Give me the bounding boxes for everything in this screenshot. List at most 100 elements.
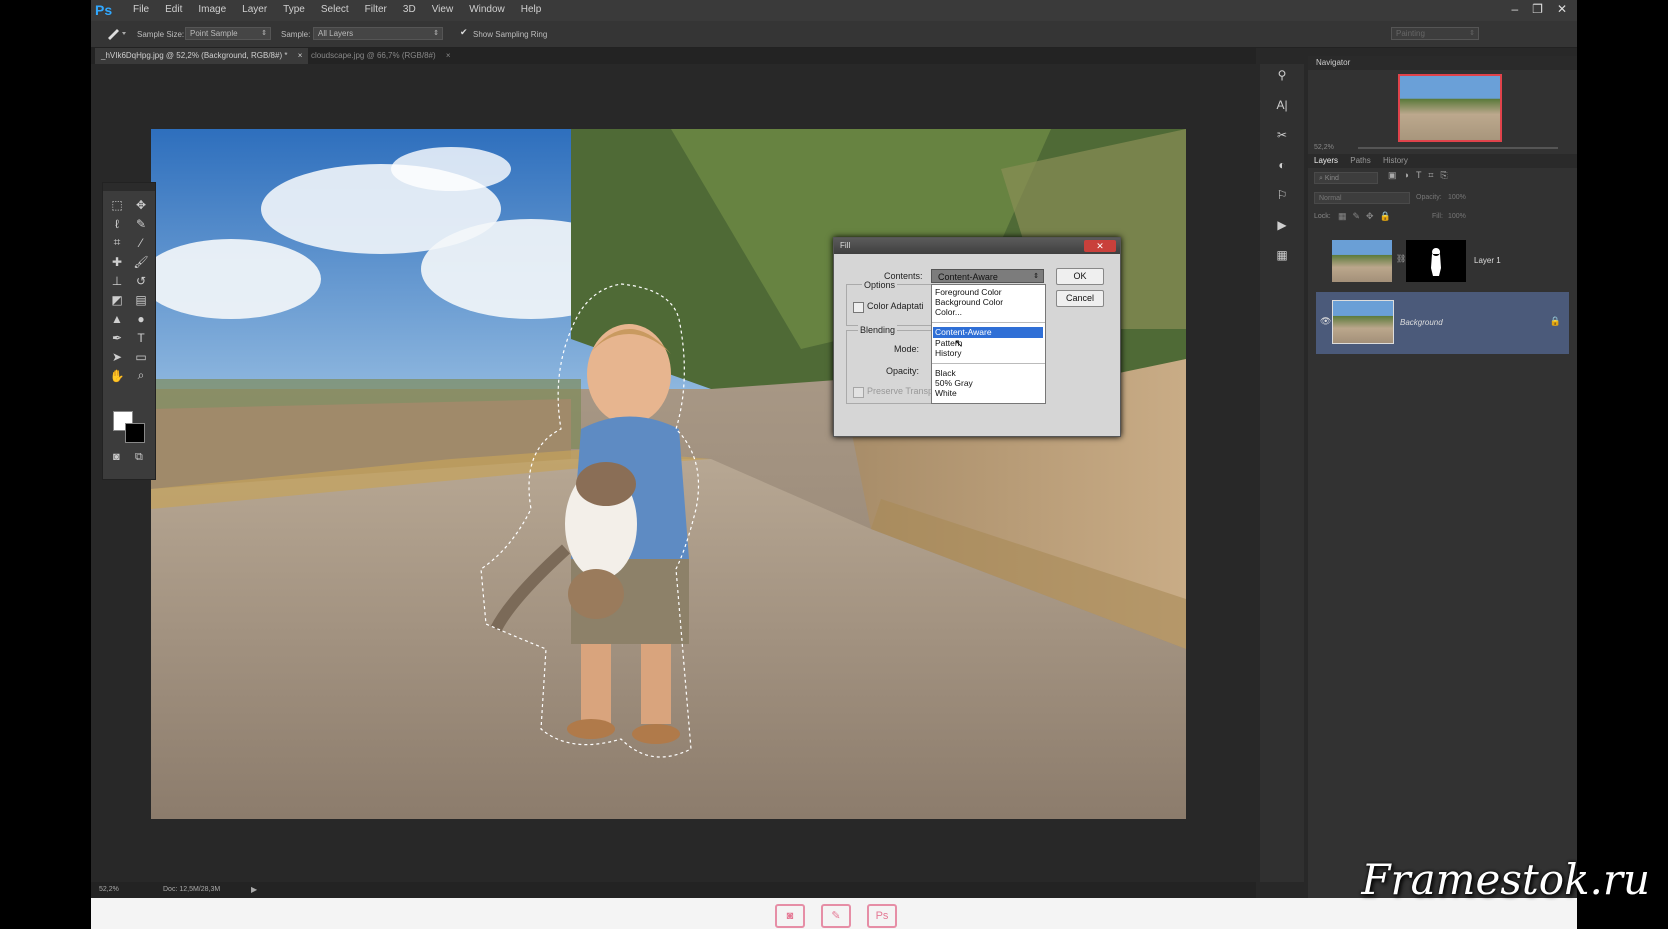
lock-icons[interactable]: ▦✎✥🔒 xyxy=(1338,211,1397,222)
video-footer: ◙ ✎ Ps xyxy=(91,898,1577,929)
zoom-tool-icon[interactable]: ⌕ xyxy=(130,366,152,385)
dodge-tool-icon[interactable]: ● xyxy=(130,309,152,328)
menu-edit[interactable]: Edit xyxy=(157,4,190,15)
color-adaptation-checkbox[interactable] xyxy=(853,302,864,313)
blur-tool-icon[interactable]: ▲ xyxy=(106,309,128,328)
sample-select[interactable]: All Layers ⇕ xyxy=(313,27,443,40)
select-arrow-icon: ⇕ xyxy=(261,30,267,37)
tab-cloudscape[interactable]: cloudscape.jpg @ 66,7% (RGB/8#) × xyxy=(305,48,457,64)
tab-label: cloudscape.jpg @ 66,7% (RGB/8#) xyxy=(311,51,436,60)
layer-thumbnail xyxy=(1332,240,1392,282)
document-canvas[interactable] xyxy=(151,129,1186,819)
close-button[interactable]: ✕ xyxy=(1557,2,1567,16)
quick-mask-icon[interactable]: ◙ xyxy=(113,451,120,463)
swatches-grid-icon[interactable]: ▦ xyxy=(1272,248,1292,268)
navigator-header[interactable]: Navigator xyxy=(1308,56,1577,70)
preserve-transparency-checkbox[interactable] xyxy=(853,387,864,398)
visibility-eye-icon[interactable]: 👁 xyxy=(1320,316,1331,327)
navigator-thumbnail[interactable] xyxy=(1398,74,1502,142)
brush-tool-icon[interactable]: 🖌 xyxy=(130,252,152,271)
layer-name[interactable]: Background xyxy=(1400,318,1443,327)
lock-icon[interactable]: 🔒 xyxy=(1550,316,1561,327)
lasso-tool-icon[interactable]: ℓ xyxy=(106,214,128,233)
sample-size-select[interactable]: Point Sample ⇕ xyxy=(185,27,271,40)
ok-button[interactable]: OK xyxy=(1056,268,1104,285)
color-adaptation-label: Color Adaptati xyxy=(867,301,924,311)
move-tool-icon[interactable]: ✥ xyxy=(130,195,152,214)
eyedropper-tool-icon[interactable]: ⁄ xyxy=(130,233,152,252)
menu-filter[interactable]: Filter xyxy=(357,4,395,15)
sample-label: Sample: xyxy=(281,30,311,39)
menu-image[interactable]: Image xyxy=(190,4,234,15)
eraser-tool-icon[interactable]: ◩ xyxy=(106,290,128,309)
actions-play-icon[interactable]: ▶ xyxy=(1272,218,1292,238)
navigator-title: Navigator xyxy=(1316,58,1351,67)
background-color-swatch[interactable] xyxy=(125,423,145,443)
layer-filter-icons[interactable]: ▣◑T⌗⎘ xyxy=(1388,170,1455,181)
menu-bar: Ps File Edit Image Layer Type Select Fil… xyxy=(91,0,1577,21)
workspace-select[interactable]: Painting ⇕ xyxy=(1391,27,1479,40)
tools-panel-icon[interactable]: ✂ xyxy=(1272,128,1292,148)
fill-value[interactable]: 100% xyxy=(1448,213,1466,220)
options-label: Options xyxy=(862,280,898,290)
eyedropper-tool-icon[interactable] xyxy=(105,26,129,40)
tab-layers[interactable]: Layers xyxy=(1314,156,1338,165)
layer-mask-thumbnail[interactable] xyxy=(1406,240,1466,282)
navigator-zoom[interactable]: 52,2% xyxy=(1314,144,1334,151)
screen-mode-icon[interactable]: ⧉ xyxy=(135,451,143,464)
close-tab-icon[interactable]: × xyxy=(446,51,451,60)
healing-brush-icon[interactable]: ✚ xyxy=(106,252,128,271)
minimize-button[interactable]: – xyxy=(1511,2,1518,16)
type-tool-icon[interactable]: T xyxy=(130,328,152,347)
menu-help[interactable]: Help xyxy=(513,4,550,15)
menu-select[interactable]: Select xyxy=(313,4,357,15)
restore-button[interactable]: ❐ xyxy=(1532,2,1543,16)
cancel-button[interactable]: Cancel xyxy=(1056,290,1104,307)
blend-mode-select[interactable]: Normal xyxy=(1314,192,1410,204)
layer-row-layer1[interactable]: ⛓ Layer 1 xyxy=(1316,234,1569,294)
opacity-value[interactable]: 100% xyxy=(1448,194,1466,201)
right-panels: Navigator 52,2% Layers Paths History ⌕ K… xyxy=(1308,56,1577,898)
clone-stamp-icon[interactable]: ⊥ xyxy=(106,271,128,290)
close-tab-icon[interactable]: × xyxy=(298,51,303,60)
contents-select[interactable]: Content-Aware ⇕ xyxy=(931,269,1044,283)
dialog-title-bar[interactable]: Fill xyxy=(834,238,1120,254)
dropdown-item-color[interactable]: Color... xyxy=(935,307,962,318)
tab-active-document[interactable]: _hVIk6DqHpg.jpg @ 52,2% (Background, RGB… xyxy=(95,48,309,64)
gradient-tool-icon[interactable]: ▤ xyxy=(130,290,152,309)
mode-label: Mode: xyxy=(894,344,920,354)
path-select-icon[interactable]: ➤ xyxy=(106,347,128,366)
crop-tool-icon[interactable]: ⌗ xyxy=(106,233,128,252)
quick-select-tool-icon[interactable]: ✎ xyxy=(130,214,152,233)
tab-paths[interactable]: Paths xyxy=(1350,156,1370,165)
layer-name[interactable]: Layer 1 xyxy=(1474,256,1501,265)
dropdown-item-white[interactable]: White xyxy=(935,388,957,399)
layer-row-background[interactable]: 👁 Background 🔒 xyxy=(1316,292,1569,354)
marquee-tool-icon[interactable]: ⬚ xyxy=(106,195,128,214)
pen-tool-icon[interactable]: ✒ xyxy=(106,328,128,347)
history-brush-icon[interactable]: ↺ xyxy=(130,271,152,290)
zoom-level[interactable]: 52,2% xyxy=(99,886,119,893)
menu-window[interactable]: Window xyxy=(461,4,513,15)
dialog-close-button[interactable]: ✕ xyxy=(1084,240,1116,252)
tab-history[interactable]: History xyxy=(1383,156,1408,165)
tools-panel-header[interactable] xyxy=(103,183,155,191)
dropdown-item-content-aware[interactable]: Content-Aware xyxy=(935,327,992,338)
play-arrow-icon[interactable]: ▶ xyxy=(251,885,257,894)
menu-file[interactable]: File xyxy=(125,4,157,15)
menu-3d[interactable]: 3D xyxy=(395,4,424,15)
character-panel-icon[interactable]: ⚲ xyxy=(1272,68,1292,88)
type-panel-icon[interactable]: A| xyxy=(1272,98,1292,118)
adjustments-icon[interactable]: ◐ xyxy=(1272,158,1292,178)
brush-presets-icon[interactable]: ⚐ xyxy=(1272,188,1292,208)
shape-tool-icon[interactable]: ▭ xyxy=(130,347,152,366)
layer-filter-select[interactable]: ⌕ Kind xyxy=(1314,172,1378,184)
layers-panel-tabs: Layers Paths History xyxy=(1308,154,1577,168)
hand-tool-icon[interactable]: ✋ xyxy=(106,366,128,385)
navigator-zoom-slider[interactable] xyxy=(1358,147,1558,149)
menu-type[interactable]: Type xyxy=(275,4,313,15)
sampling-ring-check-icon[interactable]: ✔ xyxy=(460,27,468,38)
menu-layer[interactable]: Layer xyxy=(234,4,275,15)
menu-view[interactable]: View xyxy=(424,4,462,15)
blending-label: Blending xyxy=(858,325,898,335)
